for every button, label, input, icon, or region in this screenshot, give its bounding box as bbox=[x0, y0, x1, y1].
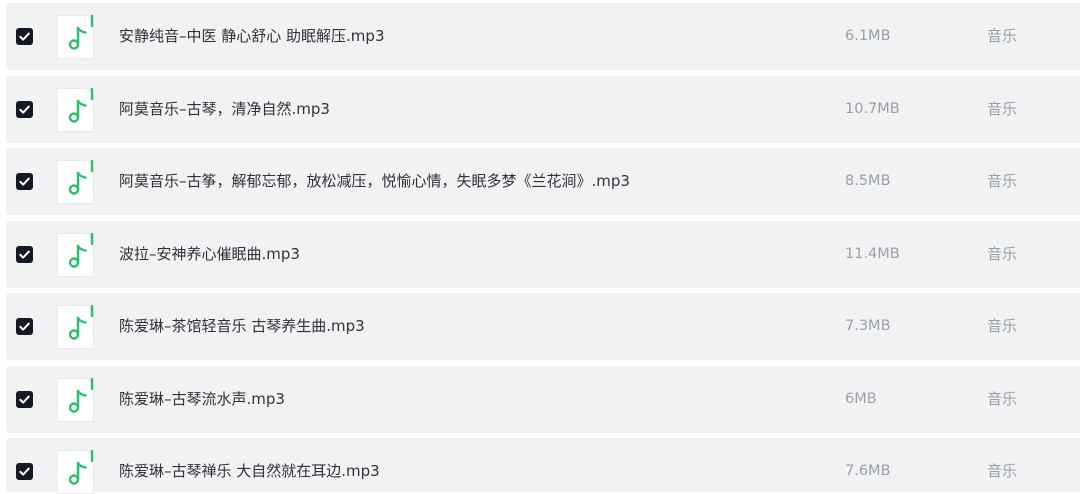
file-row[interactable]: 陈爱琳–茶馆轻音乐 古琴养生曲.mp3 7.3MB 音乐 bbox=[6, 293, 1080, 360]
file-row[interactable]: 阿莫音乐–古琴，清净自然.mp3 10.7MB 音乐 bbox=[6, 76, 1080, 143]
music-note-icon bbox=[56, 15, 94, 59]
music-file-icon bbox=[56, 450, 94, 494]
file-size: 7.6MB bbox=[845, 463, 891, 479]
file-type: 音乐 bbox=[987, 27, 1018, 45]
file-type: 音乐 bbox=[987, 317, 1018, 335]
checkmark-icon bbox=[19, 32, 30, 41]
music-file-icon bbox=[56, 88, 94, 132]
file-name[interactable]: 安静纯音–中医 静心舒心 助眠解压.mp3 bbox=[119, 25, 384, 47]
music-note-icon bbox=[56, 378, 94, 422]
file-name[interactable]: 阿莫音乐–古琴，清净自然.mp3 bbox=[119, 98, 330, 120]
music-note-icon bbox=[56, 160, 94, 204]
music-note-icon bbox=[56, 88, 94, 132]
row-checkbox[interactable] bbox=[16, 391, 33, 408]
file-size: 8.5MB bbox=[845, 173, 891, 189]
file-type: 音乐 bbox=[987, 100, 1018, 118]
checkmark-icon bbox=[19, 467, 30, 476]
file-list: 安静纯音–中医 静心舒心 助眠解压.mp3 6.1MB 音乐 阿莫音乐–古琴，清… bbox=[0, 0, 1080, 494]
file-type: 音乐 bbox=[987, 390, 1018, 408]
row-checkbox[interactable] bbox=[16, 318, 33, 335]
checkmark-icon bbox=[19, 395, 30, 404]
file-type: 音乐 bbox=[987, 245, 1018, 263]
checkmark-icon bbox=[19, 105, 30, 114]
row-checkbox[interactable] bbox=[16, 463, 33, 480]
file-name[interactable]: 波拉–安神养心催眠曲.mp3 bbox=[119, 243, 300, 265]
file-row[interactable]: 阿莫音乐–古筝，解郁忘郁，放松减压，悦愉心情，失眠多梦《兰花涧》.mp3 8.5… bbox=[6, 148, 1080, 215]
file-name[interactable]: 陈爱琳–茶馆轻音乐 古琴养生曲.mp3 bbox=[119, 315, 365, 337]
file-row[interactable]: 安静纯音–中医 静心舒心 助眠解压.mp3 6.1MB 音乐 bbox=[6, 3, 1080, 70]
file-size: 10.7MB bbox=[845, 101, 900, 117]
checkmark-icon bbox=[19, 177, 30, 186]
file-name[interactable]: 阿莫音乐–古筝，解郁忘郁，放松减压，悦愉心情，失眠多梦《兰花涧》.mp3 bbox=[119, 170, 630, 192]
file-type: 音乐 bbox=[987, 462, 1018, 480]
file-size: 6MB bbox=[845, 391, 877, 407]
file-name[interactable]: 陈爱琳–古琴流水声.mp3 bbox=[119, 388, 285, 410]
music-note-icon bbox=[56, 305, 94, 349]
file-row[interactable]: 陈爱琳–古琴禅乐 大自然就在耳边.mp3 7.6MB 音乐 bbox=[6, 438, 1080, 494]
music-note-icon bbox=[56, 233, 94, 277]
music-file-icon bbox=[56, 233, 94, 277]
music-file-icon bbox=[56, 160, 94, 204]
file-row[interactable]: 波拉–安神养心催眠曲.mp3 11.4MB 音乐 bbox=[6, 221, 1080, 288]
music-file-icon bbox=[56, 15, 94, 59]
music-note-icon bbox=[56, 450, 94, 494]
row-checkbox[interactable] bbox=[16, 101, 33, 118]
checkmark-icon bbox=[19, 250, 30, 259]
row-checkbox[interactable] bbox=[16, 173, 33, 190]
file-size: 6.1MB bbox=[845, 28, 891, 44]
file-name[interactable]: 陈爱琳–古琴禅乐 大自然就在耳边.mp3 bbox=[119, 460, 380, 482]
file-type: 音乐 bbox=[987, 172, 1018, 190]
row-checkbox[interactable] bbox=[16, 28, 33, 45]
file-size: 7.3MB bbox=[845, 318, 891, 334]
music-file-icon bbox=[56, 305, 94, 349]
row-checkbox[interactable] bbox=[16, 246, 33, 263]
music-file-icon bbox=[56, 378, 94, 422]
file-row[interactable]: 陈爱琳–古琴流水声.mp3 6MB 音乐 bbox=[6, 366, 1080, 433]
checkmark-icon bbox=[19, 322, 30, 331]
file-size: 11.4MB bbox=[845, 246, 900, 262]
